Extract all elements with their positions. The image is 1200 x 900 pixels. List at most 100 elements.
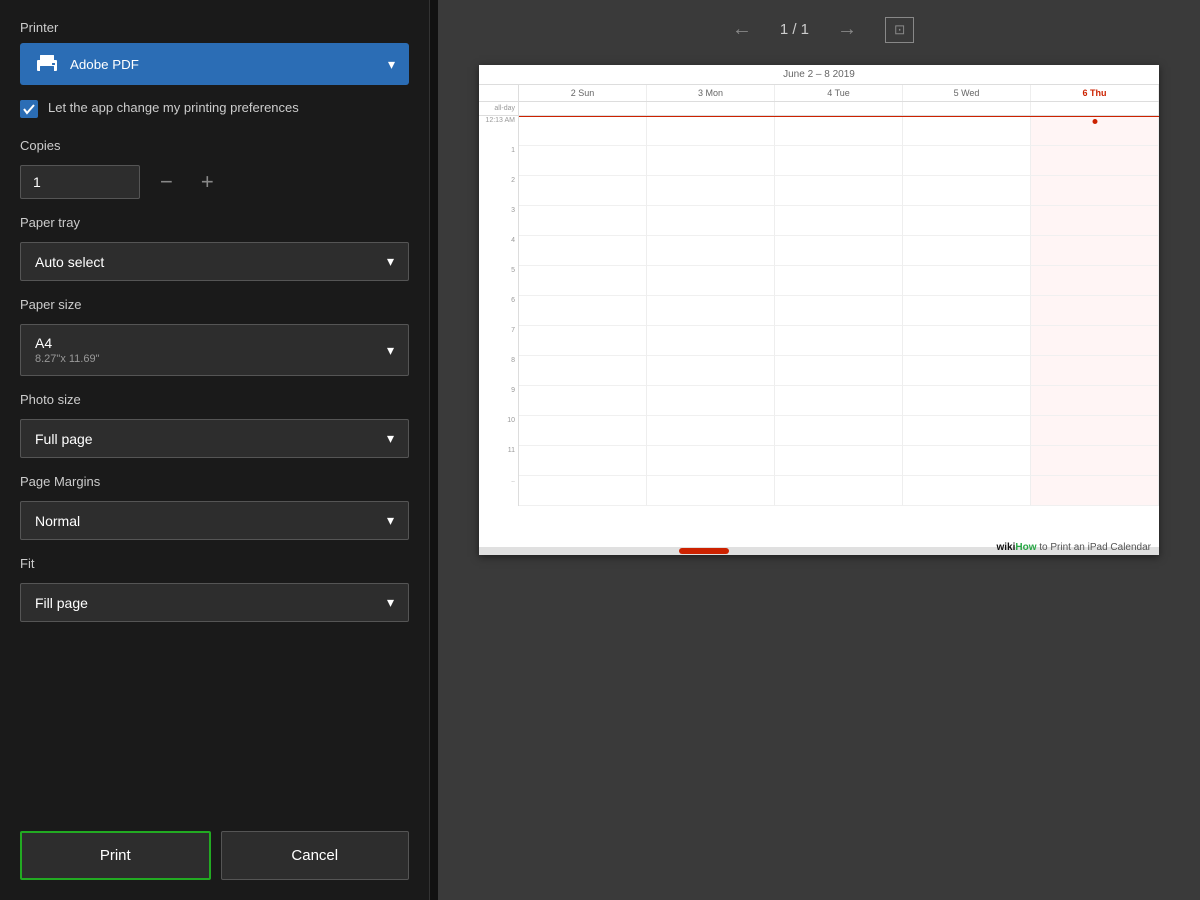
- photo-size-dropdown[interactable]: Full page ▾: [20, 419, 409, 458]
- time-cells-2: [519, 176, 1159, 206]
- cell-9-tue: [775, 386, 903, 416]
- day-col-mon: 3 Mon: [647, 85, 775, 101]
- time-row-2: 2: [479, 176, 1159, 206]
- wikihow-watermark: wikiHow to Print an iPad Calendar: [996, 542, 1151, 553]
- photo-size-value: Full page: [35, 431, 93, 447]
- today-dot: [1092, 119, 1097, 124]
- cell-5-mon: [647, 266, 775, 296]
- cell-10-wed: [903, 416, 1031, 446]
- cell-4-mon: [647, 236, 775, 266]
- paper-tray-chevron-icon: ▾: [387, 253, 394, 270]
- cell-4-thu: [1031, 236, 1159, 266]
- cell-11-wed: [903, 446, 1031, 476]
- printer-dropdown-left: Adobe PDF: [34, 53, 139, 75]
- cell-9-thu: [1031, 386, 1159, 416]
- cell-1213-tue: [775, 116, 903, 146]
- print-button[interactable]: Print: [20, 831, 211, 880]
- cell-dots-mon: [647, 476, 775, 506]
- printer-dropdown[interactable]: Adobe PDF ▾: [20, 43, 409, 85]
- allday-cell-mon: [647, 102, 775, 115]
- copies-decrease-button[interactable]: −: [152, 167, 181, 197]
- cell-4-tue: [775, 236, 903, 266]
- watermark-text: to Print an iPad Calendar: [1036, 542, 1151, 553]
- paper-size-dropdown[interactable]: A4 8.27"x 11.69" ▾: [20, 324, 409, 376]
- copies-increase-button[interactable]: +: [193, 167, 222, 197]
- printer-label: Printer: [20, 20, 409, 35]
- paper-size-sub: 8.27"x 11.69": [35, 353, 100, 365]
- time-cells-dots: [519, 476, 1159, 506]
- page-margins-chevron-icon: ▾: [387, 512, 394, 529]
- prev-page-button[interactable]: ←: [724, 14, 760, 45]
- time-cells-5: [519, 266, 1159, 296]
- page-margins-label: Page Margins: [20, 474, 409, 489]
- time-row-6: 6: [479, 296, 1159, 326]
- cell-10-thu: [1031, 416, 1159, 446]
- cell-9-sun: [519, 386, 647, 416]
- cell-10-tue: [775, 416, 903, 446]
- time-label-5: 5: [479, 266, 519, 296]
- page-margins-value: Normal: [35, 513, 80, 529]
- copies-input[interactable]: [20, 165, 140, 199]
- cancel-button[interactable]: Cancel: [221, 831, 410, 880]
- time-row-3: 3: [479, 206, 1159, 236]
- page-margins-dropdown[interactable]: Normal ▾: [20, 501, 409, 540]
- fit-text: Fill page: [35, 595, 88, 611]
- cell-dots-wed: [903, 476, 1031, 506]
- cell-7-thu: [1031, 326, 1159, 356]
- copies-row: − +: [20, 165, 409, 199]
- day-col-sun: 2 Sun: [519, 85, 647, 101]
- time-cells-7: [519, 326, 1159, 356]
- calendar-header-text: June 2 – 8 2019: [783, 69, 855, 80]
- time-label-1213: 12:13 AM: [479, 116, 519, 146]
- cell-10-sun: [519, 416, 647, 446]
- time-col-header: [479, 85, 519, 101]
- printer-chevron-icon: ▾: [388, 56, 395, 73]
- allday-cell-sun: [519, 102, 647, 115]
- cell-1-mon: [647, 146, 775, 176]
- time-cells-6: [519, 296, 1159, 326]
- paper-size-value: A4: [35, 335, 100, 351]
- cell-7-mon: [647, 326, 775, 356]
- cell-8-thu: [1031, 356, 1159, 386]
- cell-3-mon: [647, 206, 775, 236]
- cell-1-tue: [775, 146, 903, 176]
- vertical-divider: [430, 0, 438, 900]
- cell-9-wed: [903, 386, 1031, 416]
- day-col-wed: 5 Wed: [903, 85, 1031, 101]
- allday-row: all-day: [479, 102, 1159, 116]
- main-container: Printer Adobe PDF ▾: [0, 0, 1200, 900]
- cell-dots-sun: [519, 476, 647, 506]
- preview-area: June 2 – 8 2019 2 Sun 3 Mon 4 Tue 5 Wed …: [438, 55, 1200, 900]
- cell-6-thu: [1031, 296, 1159, 326]
- time-label-6: 6: [479, 296, 519, 326]
- time-label-10: 10: [479, 416, 519, 446]
- cell-3-thu: [1031, 206, 1159, 236]
- paper-tray-dropdown[interactable]: Auto select ▾: [20, 242, 409, 281]
- cell-3-sun: [519, 206, 647, 236]
- time-cells-1: [519, 146, 1159, 176]
- time-cells-9: [519, 386, 1159, 416]
- fit-dropdown[interactable]: Fill page ▾: [20, 583, 409, 622]
- cell-6-sun: [519, 296, 647, 326]
- cell-6-wed: [903, 296, 1031, 326]
- time-row-7: 7: [479, 326, 1159, 356]
- copies-label: Copies: [20, 138, 409, 153]
- nav-bar: ← 1 / 1 → ⊡: [438, 0, 1200, 55]
- scrollbar-thumb: [679, 548, 729, 554]
- cell-1213-mon: [647, 116, 775, 146]
- allday-cell-thu: [1031, 102, 1159, 115]
- allday-cell-tue: [775, 102, 903, 115]
- current-time-line: [519, 116, 1159, 117]
- cell-7-sun: [519, 326, 647, 356]
- printer-icon: [34, 53, 60, 75]
- printing-preferences-checkbox[interactable]: [20, 100, 38, 118]
- cell-8-tue: [775, 356, 903, 386]
- cell-4-sun: [519, 236, 647, 266]
- next-page-button[interactable]: →: [829, 14, 865, 45]
- cell-dots-thu: [1031, 476, 1159, 506]
- time-label-4: 4: [479, 236, 519, 266]
- fit-view-button[interactable]: ⊡: [885, 17, 914, 43]
- cell-8-sun: [519, 356, 647, 386]
- cell-10-mon: [647, 416, 775, 446]
- cell-1-sun: [519, 146, 647, 176]
